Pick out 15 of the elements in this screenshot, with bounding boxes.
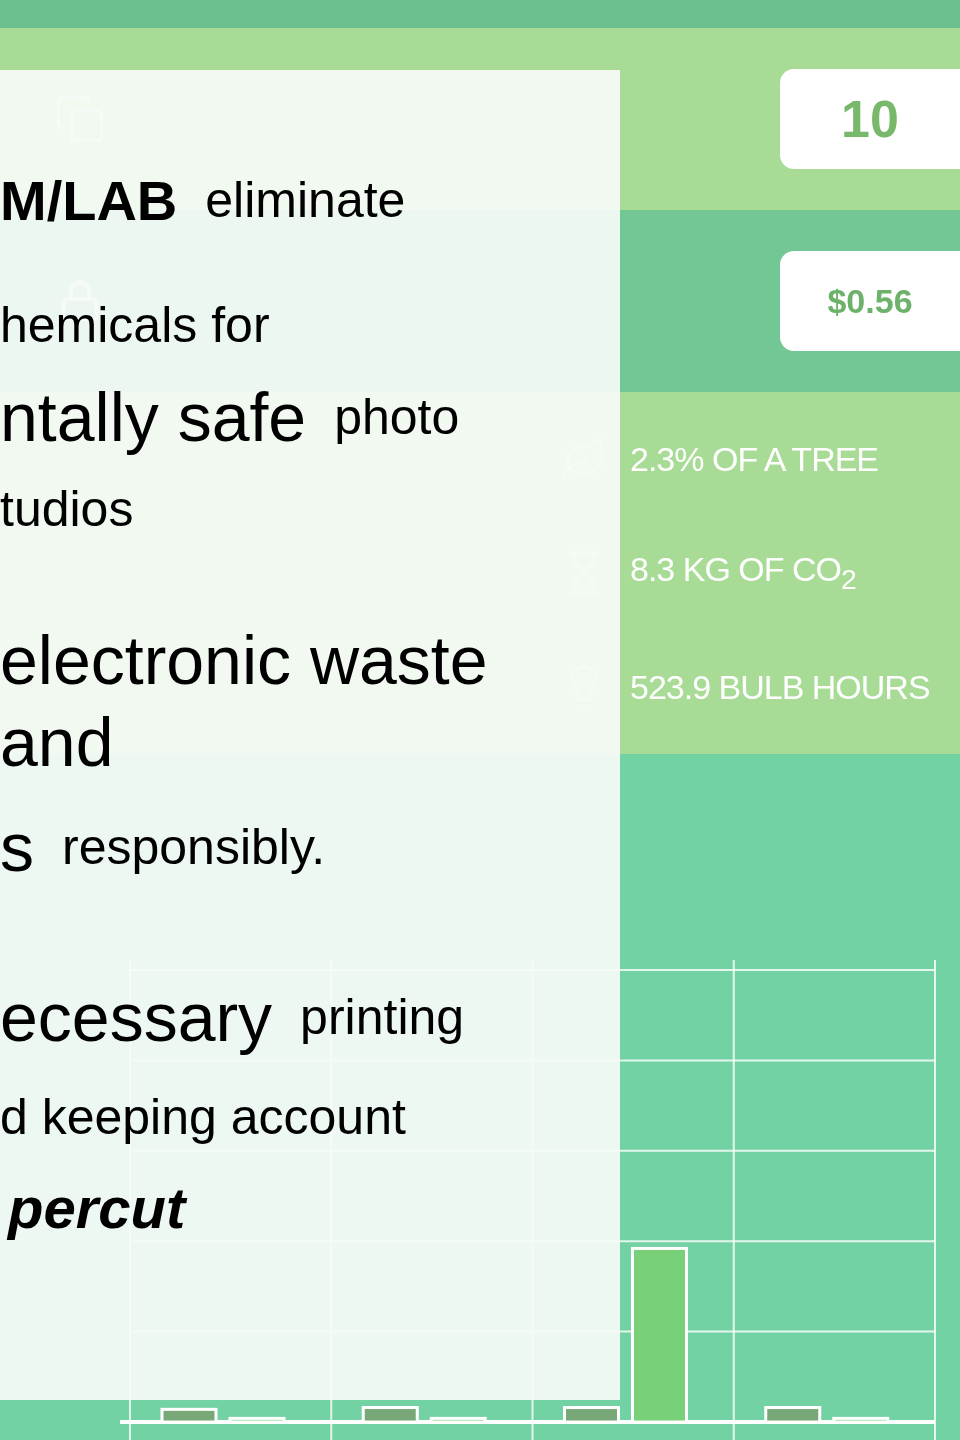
promo-text-line: ecessary printing <box>0 978 466 1057</box>
impact-text: 8.3 KG OF CO$_{2}$ <box>630 550 856 596</box>
promo-text-line: tudios <box>0 480 135 539</box>
promo-text-line: and <box>0 703 115 782</box>
promo-text-line: d keeping account <box>0 1088 407 1147</box>
promo-text-line: M/LAB eliminate <box>0 167 407 234</box>
impact-text: 523.9 BULB HOURS <box>630 667 930 707</box>
stat-value: 10 <box>780 69 960 169</box>
impact-text: 2.3% OF A TREE <box>630 439 879 479</box>
promo-text-line: ntally safe photo <box>0 378 461 457</box>
promo-text-line: percut <box>5 1173 189 1242</box>
promo-text-line: s responsibly. <box>0 808 327 887</box>
promo-text-line: hemicals for <box>0 296 271 355</box>
stat-value: $0.56 <box>780 251 960 351</box>
promo-text-line: electronic waste <box>0 621 489 700</box>
